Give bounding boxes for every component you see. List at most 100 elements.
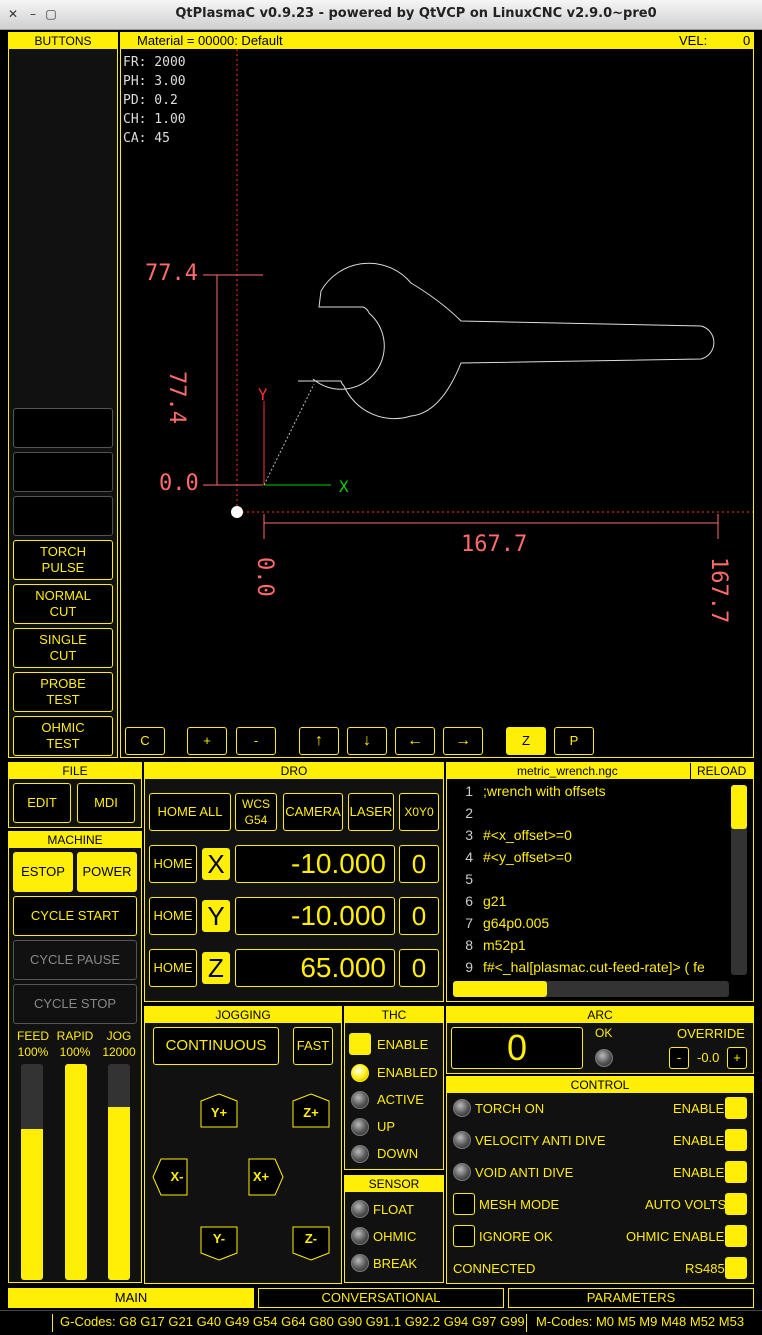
horizontal-scrollbar[interactable] — [453, 981, 729, 997]
jog-z-plus-button[interactable]: Z+ — [293, 1099, 329, 1135]
void-anti-dive-enable-label: ENABLE — [673, 1165, 725, 1180]
auto-volts-checkbox[interactable] — [725, 1193, 747, 1215]
jogging-panel: JOGGING CONTINUOUS FAST Y+ Z+ X- X+ Y- Z… — [144, 1006, 342, 1284]
zoom-out-button[interactable]: - — [236, 727, 276, 755]
jog-y-plus-button[interactable]: Y+ — [201, 1099, 237, 1135]
gcode-preview[interactable]: Material = 00000: Default VEL: 0 FR: 200… — [120, 32, 754, 758]
float-switch-led — [351, 1200, 369, 1218]
arc-ok-led — [595, 1049, 613, 1067]
home-all-button[interactable]: HOME ALL — [149, 793, 231, 831]
jog-speed-slider[interactable] — [108, 1064, 130, 1280]
machine-panel: MACHINE ESTOP POWER CYCLE START CYCLE PA… — [8, 831, 142, 1283]
dim-x-end: 167.7 — [706, 557, 731, 624]
rapid-override-slider[interactable] — [65, 1064, 87, 1280]
camera-button[interactable]: CAMERA — [283, 793, 343, 831]
file-header: FILE — [9, 763, 141, 779]
pan-up-button[interactable]: ↑ — [299, 727, 339, 755]
arc-override-minus-button[interactable]: - — [669, 1047, 689, 1069]
mesh-mode-checkbox[interactable] — [453, 1193, 475, 1215]
estop-button[interactable]: ESTOP — [13, 852, 73, 892]
pan-down-button[interactable]: ↓ — [347, 727, 387, 755]
home-x-button[interactable]: HOME — [149, 845, 197, 883]
laser-button[interactable]: LASER — [348, 793, 394, 831]
wcs-button[interactable]: WCS G54 — [235, 793, 277, 831]
power-button[interactable]: POWER — [77, 852, 137, 892]
cycle-start-button[interactable]: CYCLE START — [13, 896, 137, 936]
gcode-editor[interactable]: 1 ;wrench with offsets 2 3 #<x_offset>=0 4… — [449, 783, 729, 977]
zero-y-button[interactable]: 0 — [399, 897, 439, 935]
tab-main[interactable]: MAIN — [8, 1288, 254, 1308]
thc-enabled-label: ENABLED — [377, 1065, 438, 1080]
ignore-ok-checkbox[interactable] — [453, 1225, 475, 1247]
tab-parameters[interactable]: PARAMETERS — [508, 1288, 754, 1308]
user-button-3[interactable] — [13, 496, 113, 536]
jog-z-minus-button[interactable]: Z- — [293, 1225, 329, 1261]
minimize-icon[interactable]: – — [26, 6, 40, 22]
reload-button[interactable]: RELOAD — [697, 763, 746, 779]
ohmic-test-button[interactable]: OHMIC TEST — [13, 716, 113, 756]
torch-enable-checkbox[interactable] — [725, 1097, 747, 1119]
float-switch-label: FLOAT — [373, 1202, 414, 1217]
rapid-override-label: RAPID — [56, 1029, 94, 1043]
buttons-panel: BUTTONS TORCH PULSE NORMAL CUT SINGLE CU… — [8, 32, 118, 758]
ohmic-enable-checkbox[interactable] — [725, 1225, 747, 1247]
vertical-scroll-thumb[interactable] — [731, 785, 747, 829]
vertical-scrollbar[interactable] — [731, 785, 747, 975]
thc-panel: THC ENABLE ENABLED ACTIVE UP DOWN — [344, 1006, 444, 1170]
cycle-stop-button[interactable]: CYCLE STOP — [13, 984, 137, 1024]
x0y0-button[interactable]: X0Y0 — [399, 793, 439, 831]
gcode-line: 7 g64p0.005 — [465, 915, 550, 931]
jog-y-minus-button[interactable]: Y- — [201, 1225, 237, 1261]
view-z-button[interactable]: Z — [506, 727, 546, 755]
cycle-pause-button[interactable]: CYCLE PAUSE — [13, 940, 137, 980]
velocity-anti-dive-enable-label: ENABLE — [673, 1133, 725, 1148]
y-axis-label: Y — [258, 385, 268, 404]
home-z-button[interactable]: HOME — [149, 949, 197, 987]
ohmic-probe-label: OHMIC — [373, 1229, 417, 1244]
probe-test-button[interactable]: PROBE TEST — [13, 672, 113, 712]
velocity-anti-dive-led — [453, 1131, 471, 1149]
arc-override-plus-button[interactable]: + — [727, 1047, 747, 1069]
view-clear-button[interactable]: C — [125, 727, 165, 755]
title-bar: ✕ – ▢ QtPlasmaC v0.9.23 - powered by QtV… — [0, 0, 762, 30]
status-bar: G-Codes: G8 G17 G21 G40 G49 G54 G64 G80 … — [0, 1310, 762, 1335]
control-header: CONTROL — [447, 1077, 753, 1093]
normal-cut-button[interactable]: NORMAL CUT — [13, 584, 113, 624]
machine-header: MACHINE — [9, 832, 141, 848]
thc-enable-checkbox[interactable] — [349, 1033, 371, 1055]
pan-left-button[interactable]: ← — [395, 727, 435, 755]
jog-x-plus-button[interactable]: X+ — [243, 1159, 279, 1195]
edit-button[interactable]: EDIT — [13, 783, 71, 823]
view-p-button[interactable]: P — [554, 727, 594, 755]
velocity-anti-dive-label: VELOCITY ANTI DIVE — [475, 1133, 606, 1148]
torch-pulse-button[interactable]: TORCH PULSE — [13, 540, 113, 580]
user-button-1[interactable] — [13, 408, 113, 448]
single-cut-button[interactable]: SINGLE CUT — [13, 628, 113, 668]
close-icon[interactable]: ✕ — [6, 6, 20, 22]
dro-y-value: -10.000 — [235, 897, 395, 935]
arc-override-value: -0.0 — [697, 1050, 720, 1065]
feed-override-slider[interactable] — [21, 1064, 43, 1280]
torch-on-led — [453, 1099, 471, 1117]
window-title: QtPlasmaC v0.9.23 - powered by QtVCP on … — [175, 6, 657, 21]
pan-right-button[interactable]: → — [443, 727, 483, 755]
gcode-line: 8 m52p1 — [465, 937, 526, 953]
thc-down-label: DOWN — [377, 1146, 419, 1161]
horizontal-scroll-thumb[interactable] — [453, 981, 547, 997]
user-button-2[interactable] — [13, 452, 113, 492]
void-anti-dive-label: VOID ANTI DIVE — [475, 1165, 574, 1180]
zero-z-button[interactable]: 0 — [399, 949, 439, 987]
home-y-button[interactable]: HOME — [149, 897, 197, 935]
void-anti-dive-checkbox[interactable] — [725, 1161, 747, 1183]
velocity-anti-dive-checkbox[interactable] — [725, 1129, 747, 1151]
thc-up-led — [351, 1118, 369, 1136]
thc-enable-label: ENABLE — [377, 1037, 429, 1052]
jog-x-minus-button[interactable]: X- — [159, 1159, 195, 1195]
mdi-button[interactable]: MDI — [77, 783, 135, 823]
zoom-in-button[interactable]: + — [187, 727, 227, 755]
rs485-checkbox[interactable] — [725, 1257, 747, 1279]
tab-conversational[interactable]: CONVERSATIONAL — [258, 1288, 504, 1308]
dim-x-length: 167.7 — [461, 532, 528, 557]
zero-x-button[interactable]: 0 — [399, 845, 439, 883]
maximize-icon[interactable]: ▢ — [44, 6, 58, 22]
